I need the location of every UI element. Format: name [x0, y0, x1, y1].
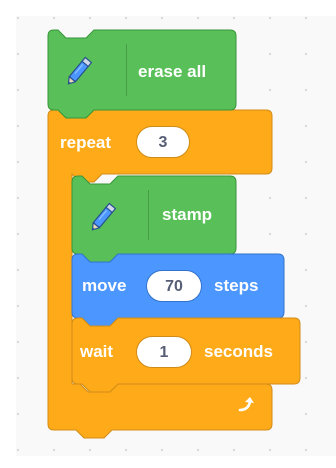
wait-seconds-label: seconds [204, 342, 273, 361]
erase-all-label: erase all [138, 62, 207, 81]
move-steps-label: steps [214, 276, 259, 295]
move-label: move [82, 276, 127, 295]
move-steps-input[interactable]: 70 [146, 270, 202, 302]
pen-icon [67, 56, 93, 85]
repeat-label: repeat [60, 133, 112, 152]
wait-label: wait [80, 342, 114, 361]
wait-seconds-input[interactable]: 1 [136, 336, 192, 368]
block-divider [126, 44, 127, 96]
pen-icon [91, 202, 117, 231]
repeat-count-input[interactable]: 3 [136, 126, 190, 158]
stamp-label: stamp [162, 205, 213, 224]
block-divider [148, 190, 149, 240]
